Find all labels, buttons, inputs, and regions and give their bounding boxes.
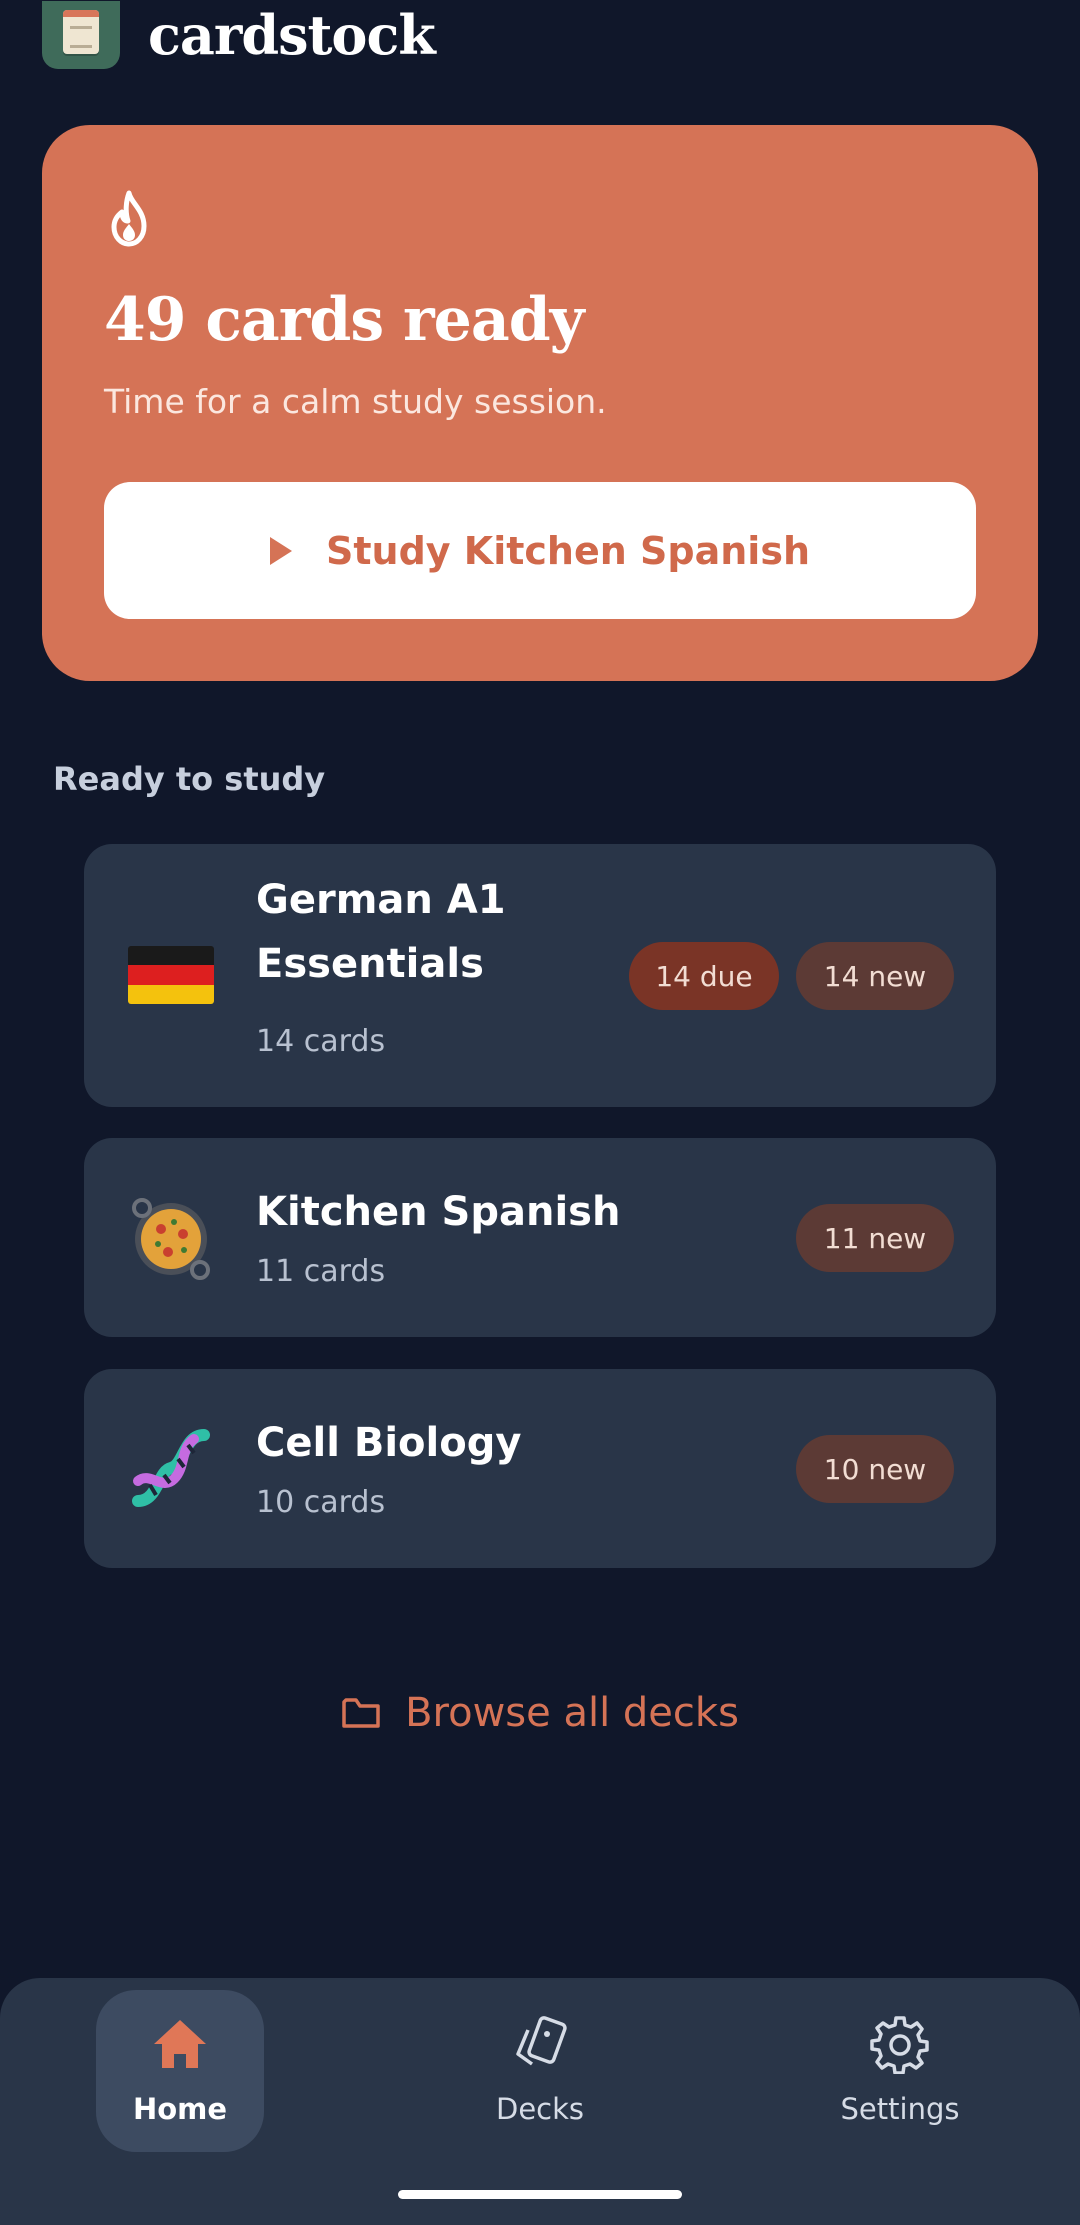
new-badge: 14 new <box>796 942 954 1010</box>
deck-card-cell-biology[interactable]: Cell Biology 10 cards 10 new <box>84 1369 996 1568</box>
new-badge: 11 new <box>796 1204 954 1272</box>
bottom-nav: Home Decks Settings <box>0 1978 1080 2225</box>
deck-card-count: 10 cards <box>256 1485 386 1520</box>
new-badge: 10 new <box>796 1435 954 1503</box>
germany-flag-icon <box>126 930 216 1020</box>
browse-all-decks-label: Browse all decks <box>405 1690 739 1736</box>
app-logo-icon <box>42 1 120 69</box>
dna-icon <box>126 1423 216 1513</box>
deck-card-german[interactable]: German A1 Essentials 14 cards 14 due 14 … <box>84 844 996 1107</box>
study-button-label: Study Kitchen Spanish <box>325 528 811 573</box>
gear-icon <box>870 2016 929 2074</box>
app-title: cardstock <box>148 3 436 67</box>
nav-settings[interactable]: Settings <box>816 1990 984 2152</box>
due-badge: 14 due <box>629 942 779 1010</box>
cards-icon <box>516 2016 567 2066</box>
flame-icon <box>111 190 147 247</box>
hero-card: 49 cards ready Time for a calm study ses… <box>42 125 1038 681</box>
deck-name-line1: German A1 <box>256 877 506 923</box>
folder-icon <box>342 1698 380 1728</box>
study-button[interactable]: Study Kitchen Spanish <box>104 482 976 619</box>
hero-title: 49 cards ready <box>104 285 585 355</box>
home-indicator[interactable] <box>398 2190 682 2199</box>
deck-card-kitchen-spanish[interactable]: Kitchen Spanish 11 cards 11 new <box>84 1138 996 1337</box>
play-icon <box>269 536 292 565</box>
nav-decks-label: Decks <box>495 2092 585 2126</box>
deck-card-count: 11 cards <box>256 1254 386 1289</box>
nav-home[interactable]: Home <box>96 1990 264 2152</box>
home-icon <box>154 2020 206 2068</box>
deck-card-count: 14 cards <box>256 1024 386 1059</box>
deck-name: Cell Biology <box>256 1420 522 1466</box>
hero-subtitle: Time for a calm study session. <box>104 382 607 421</box>
app-header: cardstock <box>42 0 436 70</box>
section-title: Ready to study <box>53 760 326 798</box>
browse-all-decks-link[interactable]: Browse all decks <box>0 1690 1080 1736</box>
deck-name: Kitchen Spanish <box>256 1189 621 1235</box>
nav-decks[interactable]: Decks <box>456 1990 624 2152</box>
nav-settings-label: Settings <box>840 2092 960 2126</box>
deck-name-line2: Essentials <box>256 941 484 987</box>
paella-icon <box>126 1192 216 1282</box>
nav-home-label: Home <box>132 2092 228 2126</box>
